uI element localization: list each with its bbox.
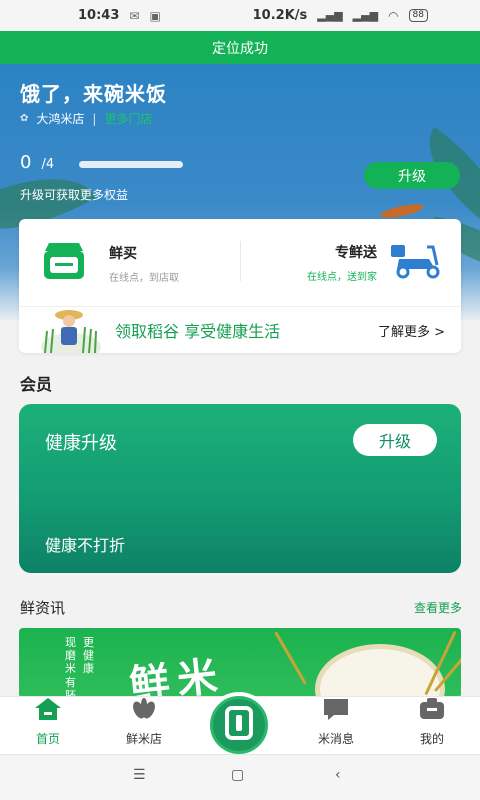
wechat-icon: ✉ <box>129 8 140 23</box>
member-section-title: 会员 <box>20 375 53 394</box>
learn-more-link[interactable]: 了解更多 > <box>378 321 445 340</box>
tab-profile[interactable]: 我的 <box>392 697 472 755</box>
grain-decor <box>274 631 307 685</box>
tab-label: 鲜米店 <box>125 732 162 746</box>
fresh-buy-title: 鲜买 <box>109 245 137 262</box>
benefit-text: 升级可获取更多权益 <box>20 188 129 202</box>
member-card-subtitle: 健康不打折 <box>45 536 126 555</box>
delivery-title: 专鲜送 <box>335 244 377 261</box>
home-nav-icon[interactable]: ▢ <box>231 767 244 783</box>
member-card-title: 健康升级 <box>45 433 117 454</box>
news-banner[interactable]: 现磨米 更健康 有胚 鲜米 <box>19 628 461 698</box>
fresh-buy-option[interactable]: 鲜买 在线点，到店取 <box>41 241 179 285</box>
news-more-link[interactable]: 查看更多 <box>414 599 462 616</box>
rice-leaf-icon <box>130 697 158 724</box>
news-header: 鲜资讯 查看更多 <box>20 597 462 618</box>
upgrade-button[interactable]: 升级 <box>364 162 460 189</box>
back-icon[interactable]: ‹ <box>335 767 341 783</box>
signal-icon: ▂▄▆ <box>317 9 343 22</box>
bottom-tab-bar: 首页 鲜米店 米消息 我的 <box>0 692 480 758</box>
store-icon: ✿ <box>20 113 29 124</box>
divider <box>240 241 241 281</box>
tab-label: 首页 <box>35 732 60 746</box>
network-speed: 10.2K/s <box>252 8 308 23</box>
news-title: 鲜资讯 <box>20 599 66 617</box>
progress-bar <box>79 161 183 168</box>
profile-icon <box>418 697 446 724</box>
progress-total: /4 <box>41 157 55 172</box>
wifi-icon: ◠ <box>388 8 399 23</box>
delivery-subtitle: 在线点，送到家 <box>307 271 377 283</box>
store-name[interactable]: 大鸿米店 <box>36 110 84 127</box>
shop-icon <box>41 241 87 285</box>
tab-messages[interactable]: 米消息 <box>296 697 376 755</box>
separator: | <box>92 111 97 126</box>
status-time: 10:43 <box>78 8 120 23</box>
notification-icon: ▣ <box>149 8 161 23</box>
home-icon <box>34 697 62 724</box>
signal-icon-2: ▂▄▆ <box>352 9 379 22</box>
banner-text-2: 更健康 <box>83 636 94 675</box>
tab-home[interactable]: 首页 <box>8 697 88 755</box>
member-card[interactable]: 健康升级 升级 健康不打折 <box>19 404 461 573</box>
banner-headline: 鲜米 <box>127 652 228 698</box>
decor-bird <box>379 201 425 221</box>
service-card: 鲜买 在线点，到店取 专鲜送 在线点，送到家 领取稻谷 享受健康生活 了解更多 … <box>19 219 461 361</box>
promo-banner[interactable]: 领取稻谷 享受健康生活 了解更多 > <box>41 307 445 361</box>
farmer-illustration <box>41 307 101 361</box>
tab-label: 米消息 <box>317 732 354 746</box>
battery-icon: 88 <box>408 9 428 22</box>
page-title: 饿了，来碗米饭 <box>20 82 167 106</box>
banner-text-1: 现磨米 <box>65 636 76 675</box>
recents-icon[interactable]: ☰ <box>133 767 146 783</box>
scooter-icon <box>389 241 443 283</box>
progress-current: 0 <box>20 152 32 173</box>
scan-icon <box>224 706 254 744</box>
more-stores-link[interactable]: 更多门店 <box>104 110 152 127</box>
fresh-buy-subtitle: 在线点，到店取 <box>109 272 179 284</box>
message-icon <box>322 697 350 724</box>
level-progress: 0 /4 <box>20 152 54 173</box>
location-toast: 定位成功 <box>0 31 480 64</box>
member-upgrade-button[interactable]: 升级 <box>353 424 437 456</box>
scan-button[interactable] <box>206 692 272 758</box>
delivery-option[interactable]: 专鲜送 在线点，送到家 <box>307 241 443 283</box>
store-selector[interactable]: ✿ 大鸿米店 | 更多门店 <box>20 110 152 127</box>
status-bar: 10:43 ✉ ▣ 10.2K/s ▂▄▆ ▂▄▆ ◠ 88 <box>0 0 480 31</box>
tab-label: 我的 <box>419 732 444 746</box>
system-nav-bar: ☰ ▢ ‹ <box>0 754 480 800</box>
tab-rice-store[interactable]: 鲜米店 <box>104 697 184 755</box>
banner-text-3: 有胚 <box>65 676 76 698</box>
promo-text: 领取稻谷 享受健康生活 <box>115 322 281 341</box>
